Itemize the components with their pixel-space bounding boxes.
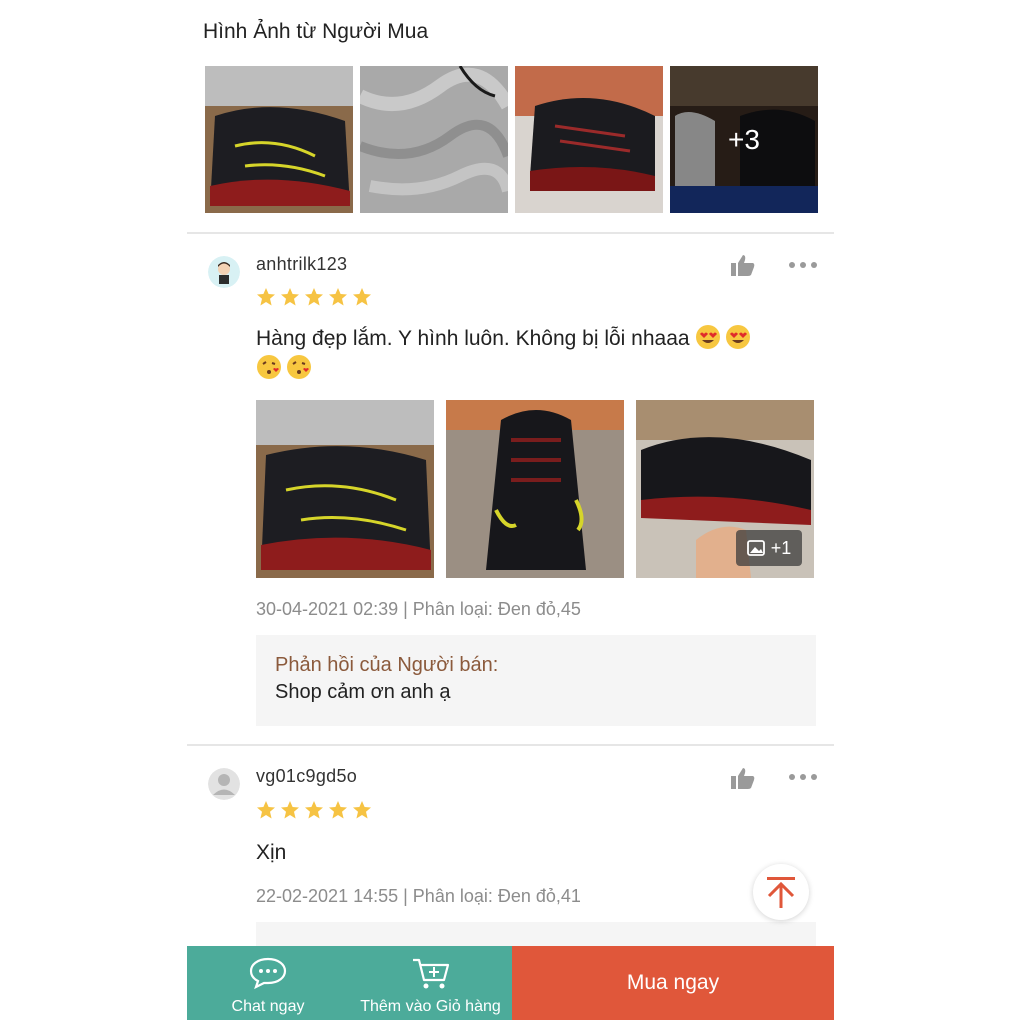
reviews-page: Hình Ảnh từ Người Mua +3 anhtrilk123 Hàn… xyxy=(187,0,834,1020)
image-icon xyxy=(746,540,765,556)
buy-now-button[interactable]: Mua ngay xyxy=(512,946,834,1020)
photo-count: +1 xyxy=(770,537,792,558)
more-options-icon[interactable] xyxy=(789,261,817,269)
add-to-cart-label: Thêm vào Giỏ hàng xyxy=(360,998,501,1015)
star-icon xyxy=(281,801,299,819)
buy-now-label: Mua ngay xyxy=(626,971,720,994)
star-icon xyxy=(353,801,371,819)
star-icon xyxy=(305,801,323,819)
thumbs-up-icon[interactable] xyxy=(730,253,756,277)
seller-reply-box: Phản hồi của Người bán: Shop cảm ơn anh … xyxy=(256,635,816,726)
buyer-photo-3[interactable] xyxy=(515,66,663,213)
star-icon xyxy=(305,288,323,306)
more-options-icon[interactable] xyxy=(789,773,817,781)
user-avatar[interactable] xyxy=(208,256,240,288)
star-icon xyxy=(329,801,347,819)
reviewer-username: vg01c9gd5o xyxy=(256,766,358,786)
chat-now-label: Chat ngay xyxy=(231,998,305,1015)
scroll-to-top-button[interactable] xyxy=(753,864,809,920)
star-icon xyxy=(257,801,275,819)
buyer-photos-strip: +3 xyxy=(205,66,818,213)
review-photo-1[interactable] xyxy=(256,400,434,578)
more-photos-count: +3 xyxy=(670,66,818,213)
seller-reply-label: Phản hồi của Người bán: xyxy=(275,654,499,676)
review-text-content: Hàng đẹp lắm. Y hình luôn. Không bị lỗi … xyxy=(256,327,690,350)
star-icon xyxy=(353,288,371,306)
review-text: Hàng đẹp lắm. Y hình luôn. Không bị lỗi … xyxy=(256,324,816,384)
arrow-up-icon xyxy=(767,877,795,908)
review-text: Xịn xyxy=(256,841,287,864)
chat-now-button[interactable]: Chat ngay xyxy=(187,946,349,1020)
reviewer-username: anhtrilk123 xyxy=(256,254,348,274)
review-photo-2[interactable] xyxy=(446,400,624,578)
photo-count-badge: +1 xyxy=(736,530,802,566)
rating-stars xyxy=(256,800,372,820)
review-meta: 30-04-2021 02:39 | Phân loại: Đen đỏ,45 xyxy=(256,599,581,619)
review-meta: 22-02-2021 14:55 | Phân loại: Đen đỏ,41 xyxy=(256,886,581,906)
heart-eyes-emoji-icon xyxy=(726,325,751,349)
kiss-emoji-icon xyxy=(287,355,311,379)
star-icon xyxy=(329,288,347,306)
cart-plus-icon xyxy=(412,958,449,989)
buyer-photo-2[interactable] xyxy=(360,66,508,213)
add-to-cart-button[interactable]: Thêm vào Giỏ hàng xyxy=(349,946,512,1020)
bottom-action-bar: Chat ngay Thêm vào Giỏ hàng Mua ngay xyxy=(187,946,834,1020)
star-icon xyxy=(281,288,299,306)
heart-eyes-emoji-icon xyxy=(696,325,721,349)
buyer-photos-title: Hình Ảnh từ Người Mua xyxy=(203,20,429,43)
buyer-photo-4[interactable]: +3 xyxy=(670,66,818,213)
review-photo-3[interactable]: +1 xyxy=(636,400,814,578)
thumbs-up-icon[interactable] xyxy=(730,766,756,790)
kiss-emoji-icon xyxy=(257,355,281,379)
buyer-photo-1[interactable] xyxy=(205,66,353,213)
divider xyxy=(187,232,834,234)
chat-bubble-icon xyxy=(249,957,287,990)
divider xyxy=(187,744,834,746)
rating-stars xyxy=(256,287,372,307)
seller-reply-text: Shop cảm ơn anh ạ xyxy=(275,681,451,703)
review-photos: +1 xyxy=(256,400,814,578)
user-avatar[interactable] xyxy=(208,768,240,800)
star-icon xyxy=(257,288,275,306)
